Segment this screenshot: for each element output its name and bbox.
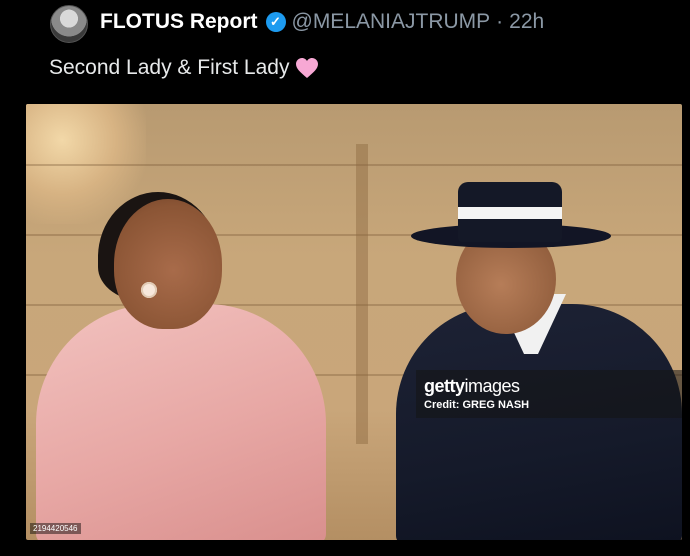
- photo-credit: Credit: GREG NASH: [424, 399, 530, 411]
- wall-pillar: [356, 144, 368, 444]
- getty-watermark: gettyimages Credit: GREG NASH: [416, 370, 682, 418]
- tweet-photo[interactable]: gettyimages Credit: GREG NASH 2194420546: [26, 104, 682, 540]
- display-name[interactable]: FLOTUS Report: [100, 10, 258, 34]
- tweet-card[interactable]: FLOTUS Report ✓ @MELANIAJTRUMP · 22h Sec…: [26, 0, 682, 556]
- separator: ·: [496, 10, 504, 33]
- tweet-header: FLOTUS Report ✓ @MELANIAJTRUMP · 22h: [50, 0, 544, 44]
- hat-band: [458, 207, 562, 219]
- getty-logo: gettyimages: [424, 376, 520, 396]
- tweet-text: Second Lady & First Lady: [49, 56, 290, 79]
- timestamp[interactable]: 22h: [509, 10, 544, 34]
- wall-joint: [26, 164, 682, 166]
- left-person-face: [114, 199, 222, 329]
- image-id: 2194420546: [30, 523, 81, 534]
- tweet-text-row: Second Lady & First Lady: [49, 56, 319, 80]
- earring: [141, 282, 157, 298]
- handle[interactable]: @MELANIAJTRUMP: [292, 10, 491, 34]
- verified-badge-icon: ✓: [265, 12, 286, 32]
- avatar[interactable]: [50, 5, 88, 43]
- left-person-pink-coat: [36, 304, 326, 540]
- pink-heart-icon: [295, 57, 319, 79]
